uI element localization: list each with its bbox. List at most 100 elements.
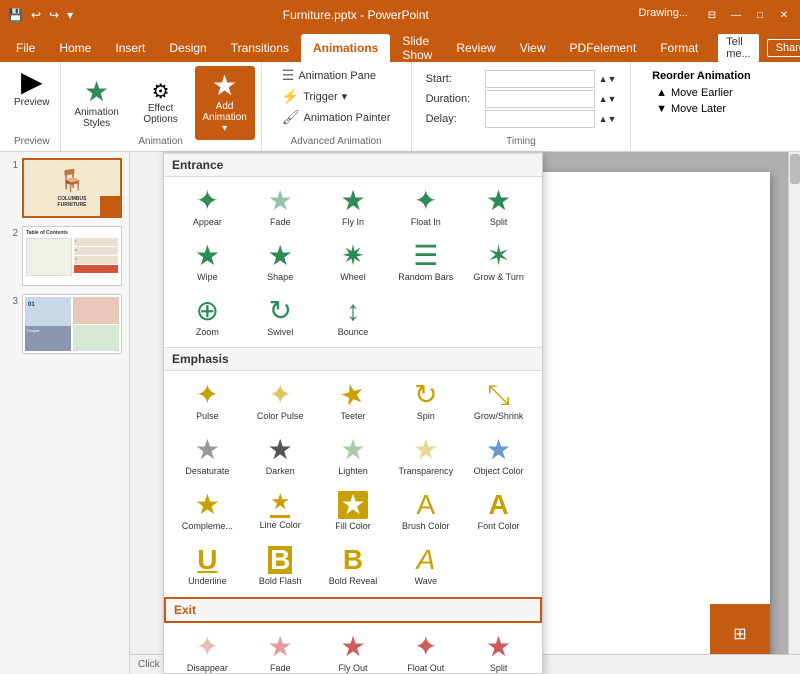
animation-painter-button[interactable]: 🖌 Animation Painter <box>278 108 395 127</box>
tab-animations[interactable]: Animations <box>301 34 390 62</box>
tab-format[interactable]: Format <box>648 34 710 62</box>
ribbon: ▶ Preview Preview ★ Animation Styles ⚙ E… <box>0 62 800 152</box>
anim-shape-in[interactable]: ★ Shape <box>245 236 316 289</box>
anim-transparency[interactable]: ★ Transparency <box>390 430 461 483</box>
anim-fade-in[interactable]: ★ Fade <box>245 181 316 234</box>
trigger-button[interactable]: ⚡ Trigger ▾ <box>278 87 395 106</box>
bold-flash-label: Bold Flash <box>259 576 302 587</box>
tab-transitions[interactable]: Transitions <box>219 34 301 62</box>
animation-painter-label: Animation Painter <box>304 112 391 124</box>
slide-image-2[interactable]: Table of Contents 1. 2. 3. <box>22 226 122 286</box>
color-pulse-icon: ✦ <box>268 381 291 409</box>
close-button[interactable]: ✕ <box>776 7 792 23</box>
anim-wheel-in[interactable]: ✷ Wheel <box>318 236 389 289</box>
pulse-icon: ✦ <box>196 381 219 409</box>
anim-grow-turn[interactable]: ✶ Grow & Turn <box>463 236 534 289</box>
anim-wave[interactable]: A Wave <box>390 540 461 593</box>
move-later-button[interactable]: ▼ Move Later <box>652 102 751 116</box>
anim-spin[interactable]: ↻ Spin <box>390 375 461 428</box>
anim-disappear[interactable]: ✦ Disappear <box>172 627 243 674</box>
animation-pane-button[interactable]: ☰ Animation Pane <box>278 66 395 85</box>
anim-float-in[interactable]: ✦ Float In <box>390 181 461 234</box>
start-input[interactable] <box>485 70 595 88</box>
slide-num-3: 3 <box>6 296 18 307</box>
anim-fly-in[interactable]: ★ Fly In <box>318 181 389 234</box>
save-icon[interactable]: 💾 <box>8 8 23 22</box>
anim-split-in[interactable]: ★ Split <box>463 181 534 234</box>
tab-file[interactable]: File <box>4 34 47 62</box>
slide-image-1[interactable]: 🪑 COLUMBUSFURNITURE <box>22 158 122 218</box>
anim-bounce-in[interactable]: ↕ Bounce <box>318 291 389 344</box>
swivel-in-icon: ↻ <box>268 297 291 325</box>
effect-options-button[interactable]: ⚙ Effect Options <box>131 80 191 127</box>
anim-underline[interactable]: U Underline <box>172 540 243 593</box>
tab-view[interactable]: View <box>508 34 558 62</box>
anim-appear[interactable]: ✦ Appear <box>172 181 243 234</box>
slide-thumb-3[interactable]: 3 01 People <box>4 292 125 356</box>
anim-teeter[interactable]: ★ Teeter <box>318 375 389 428</box>
anim-bold-flash[interactable]: B Bold Flash <box>245 540 316 593</box>
delay-row: Delay: ▲▼ <box>426 110 617 128</box>
scrollbar-thumb[interactable] <box>790 154 800 184</box>
window-title: Furniture.pptx - PowerPoint <box>73 8 638 22</box>
anim-line-color[interactable]: ★ Line Color <box>245 485 316 538</box>
anim-wipe-in[interactable]: ★ Wipe <box>172 236 243 289</box>
share-button[interactable]: Share <box>767 39 800 57</box>
anim-darken[interactable]: ★ Darken <box>245 430 316 483</box>
window-controls: Drawing... ⊟ — □ ✕ <box>638 7 792 23</box>
tab-pdfelement[interactable]: PDFelement <box>558 34 649 62</box>
anim-fade-out[interactable]: ★ Fade <box>245 627 316 674</box>
anim-desaturate[interactable]: ★ Desaturate <box>172 430 243 483</box>
slide-thumb-2[interactable]: 2 Table of Contents 1. 2. 3. <box>4 224 125 288</box>
anim-complementary[interactable]: ★ Compleme... <box>172 485 243 538</box>
anim-fly-out[interactable]: ★ Fly Out <box>318 627 389 674</box>
shape-in-label: Shape <box>267 272 293 283</box>
add-animation-button[interactable]: ★ AddAnimation ▾ <box>195 66 255 140</box>
wheel-in-icon: ✷ <box>341 242 364 270</box>
anim-split-out[interactable]: ★ Split <box>463 627 534 674</box>
duration-chevron-icon[interactable]: ▲▼ <box>599 94 617 104</box>
tab-insert[interactable]: Insert <box>103 34 157 62</box>
ribbon-toggle-icon[interactable]: ⊟ <box>704 7 720 23</box>
animation-group-label: Animation <box>138 136 182 147</box>
tab-review[interactable]: Review <box>444 34 507 62</box>
anim-random-bars-in[interactable]: ☰ Random Bars <box>390 236 461 289</box>
tab-design[interactable]: Design <box>157 34 218 62</box>
slide-thumb-1[interactable]: 1 🪑 COLUMBUSFURNITURE <box>4 156 125 220</box>
teeter-icon: ★ <box>337 379 369 413</box>
help-input[interactable]: Tell me... <box>718 34 758 62</box>
delay-input[interactable] <box>485 110 595 128</box>
tab-slideshow[interactable]: Slide Show <box>390 34 444 62</box>
anim-bold-reveal[interactable]: B Bold Reveal <box>318 540 389 593</box>
anim-grow-shrink[interactable]: ⤡ Grow/Shrink <box>463 375 534 428</box>
minimize-button[interactable]: — <box>728 7 744 23</box>
duration-input[interactable] <box>485 90 595 108</box>
anim-swivel-in[interactable]: ↻ Swivel <box>245 291 316 344</box>
move-earlier-button[interactable]: ▲ Move Earlier <box>652 86 751 100</box>
split-in-label: Split <box>490 217 508 228</box>
animation-styles-button[interactable]: ★ Animation Styles <box>67 76 127 131</box>
anim-font-color[interactable]: A Font Color <box>463 485 534 538</box>
anim-pulse[interactable]: ✦ Pulse <box>172 375 243 428</box>
undo-icon[interactable]: ↩ <box>31 8 41 22</box>
anim-fill-color[interactable]: ★ Fill Color <box>318 485 389 538</box>
tab-home[interactable]: Home <box>47 34 103 62</box>
anim-zoom-in[interactable]: ⊕ Zoom <box>172 291 243 344</box>
redo-icon[interactable]: ↪ <box>49 8 59 22</box>
slide-image-3[interactable]: 01 People <box>22 294 122 354</box>
entrance-grid: ✦ Appear ★ Fade ★ Fly In ✦ Float In ★ Sp… <box>164 177 542 347</box>
anim-lighten[interactable]: ★ Lighten <box>318 430 389 483</box>
vertical-scrollbar[interactable] <box>788 152 800 674</box>
anim-color-pulse[interactable]: ✦ Color Pulse <box>245 375 316 428</box>
float-out-icon: ✦ <box>414 633 437 661</box>
anim-object-color[interactable]: ★ Object Color <box>463 430 534 483</box>
fly-out-label: Fly Out <box>338 663 367 674</box>
split-in-icon: ★ <box>486 187 511 215</box>
complementary-label: Compleme... <box>182 521 233 532</box>
start-chevron-icon[interactable]: ▲▼ <box>599 74 617 84</box>
maximize-button[interactable]: □ <box>752 7 768 23</box>
delay-chevron-icon[interactable]: ▲▼ <box>599 114 617 124</box>
preview-button[interactable]: ▶ Preview <box>10 66 54 110</box>
anim-float-out[interactable]: ✦ Float Out <box>390 627 461 674</box>
anim-brush-color[interactable]: A Brush Color <box>390 485 461 538</box>
